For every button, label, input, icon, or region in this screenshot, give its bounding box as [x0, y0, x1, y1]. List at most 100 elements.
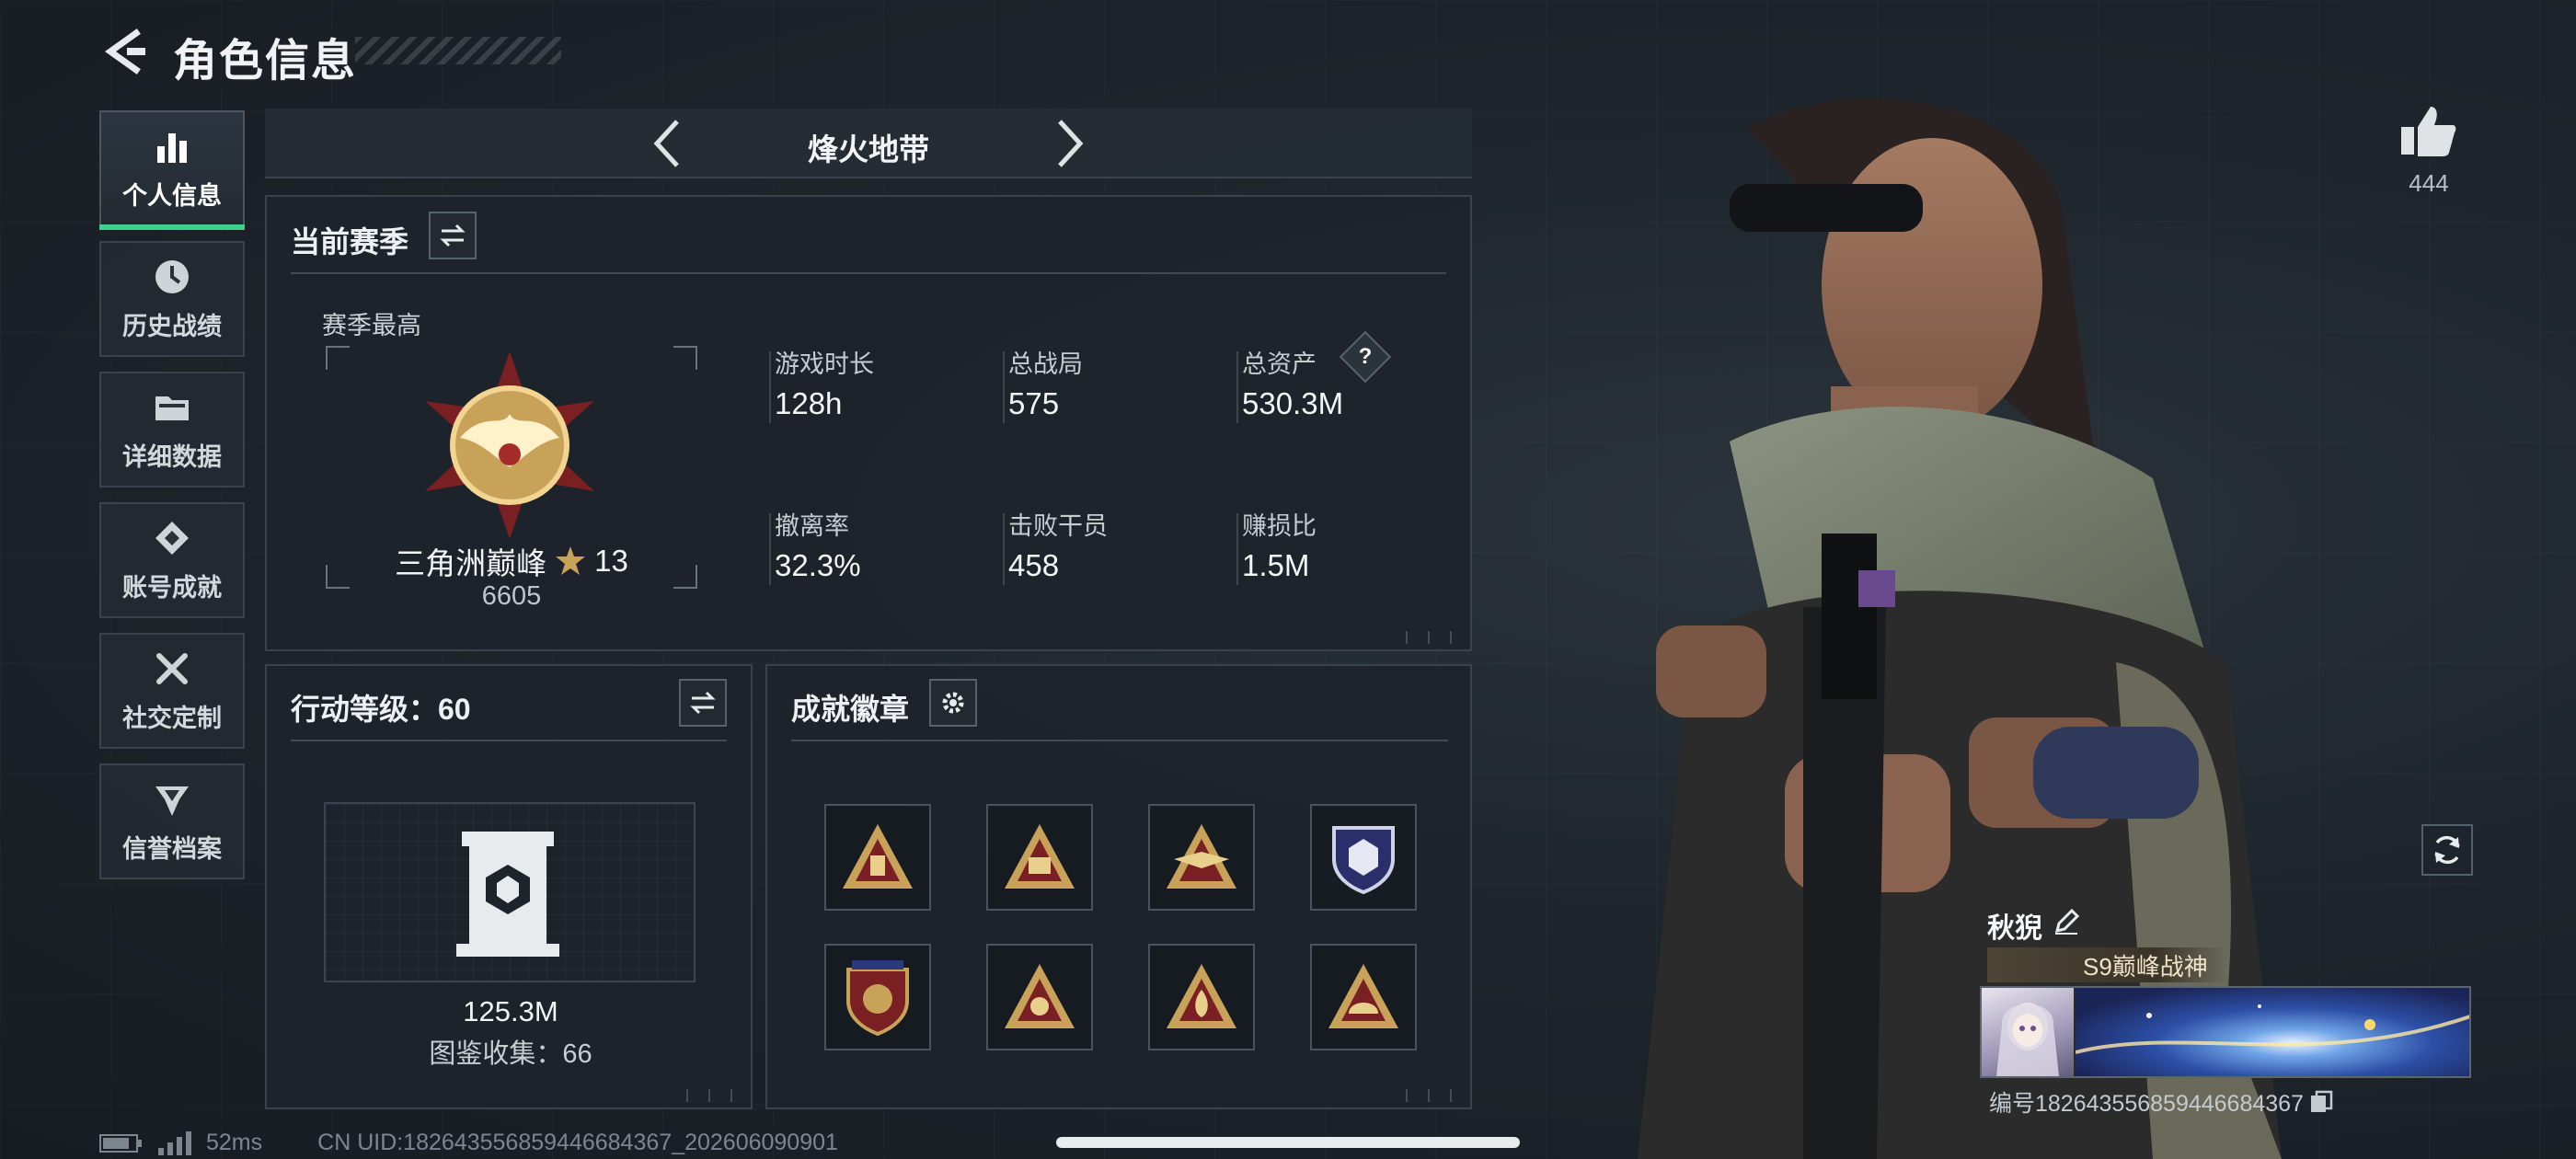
action-level-switch-button[interactable]	[679, 679, 727, 727]
sidebar-item-match-history[interactable]: 历史战绩	[99, 241, 245, 357]
avatar	[1982, 988, 2074, 1076]
player-id-line: 编号1826435568594466843​67	[1989, 1085, 2333, 1119]
client-uid: CN UID:1826435568594466843​67_2026060909…	[317, 1130, 838, 1155]
folder-icon	[155, 396, 189, 420]
stat-separator	[1003, 351, 1005, 423]
season-title: 当前赛季	[291, 225, 409, 258]
home-indicator[interactable]	[1056, 1137, 1520, 1148]
mode-title: 烽火地带	[808, 132, 929, 166]
action-level-divider	[291, 740, 727, 741]
clock-history-icon	[155, 259, 189, 293]
swap-arrows-icon	[690, 691, 716, 715]
rank-line: 三角洲巅峰 13	[326, 539, 697, 583]
triangle-badge-icon	[843, 824, 913, 889]
battery-icon	[99, 1133, 142, 1153]
badge-slot[interactable]	[1148, 804, 1255, 911]
stat-value-profit-loss: 1.5M	[1242, 548, 1310, 582]
thumbs-up-icon[interactable]	[2399, 103, 2458, 158]
sidebar-item-label: 个人信息	[122, 181, 222, 210]
panel-corner-decoration	[677, 1089, 743, 1102]
s8-triangle-badge-icon	[1005, 824, 1075, 889]
sidebar-item-label: 社交定制	[122, 704, 222, 732]
badge-slot[interactable]	[824, 944, 931, 1050]
sidebar-item-detailed-data[interactable]: 详细数据	[99, 372, 245, 488]
purple-shield-badge-icon	[1332, 826, 1395, 895]
panel-corner-decoration	[1397, 631, 1463, 644]
rank-stars: 13	[594, 544, 628, 578]
credit-shield-icon	[155, 786, 189, 816]
badge-slot[interactable]	[986, 944, 1093, 1050]
s9-winged-triangle-badge-icon	[1167, 824, 1236, 889]
stat-separator	[1236, 351, 1238, 423]
tools-icon	[156, 652, 188, 684]
rank-score: 6605	[481, 581, 542, 611]
action-level-panel: 行动等级：60 125.3M 图鉴收集：66	[265, 664, 753, 1109]
card-background-art	[2075, 988, 2469, 1076]
badge-slot[interactable]	[986, 804, 1093, 911]
ping-value: 52ms	[206, 1130, 263, 1155]
triangle-helmet-badge-icon	[1328, 964, 1398, 1028]
season-divider	[291, 272, 1446, 274]
badge-slot[interactable]	[1148, 944, 1255, 1050]
badge-slot[interactable]	[1310, 804, 1417, 911]
rank-emblem-icon	[425, 351, 594, 539]
signal-icon	[158, 1130, 191, 1155]
sidebar-item-social-customization[interactable]: 社交定制	[99, 633, 245, 749]
collection-case-icon	[456, 832, 559, 957]
sidebar-item-personal-info[interactable]: 个人信息	[99, 110, 245, 230]
stat-separator	[769, 513, 771, 585]
sidebar-item-label: 账号成就	[122, 573, 222, 602]
back-arrow-icon[interactable]	[99, 26, 151, 77]
sidebar-item-label: 详细数据	[122, 442, 222, 471]
stat-separator	[769, 351, 771, 423]
refresh-button[interactable]	[2421, 824, 2473, 876]
badge-slot[interactable]	[1310, 944, 1417, 1050]
player-nickname: 秋猊	[1987, 913, 2042, 944]
player-title-tag: S9巅峰战神	[1987, 947, 2226, 982]
player-title-text: S9巅峰战神	[2083, 952, 2208, 981]
stat-label-profit-loss: 赚损比	[1242, 512, 1317, 540]
current-season-panel: 当前赛季 赛季最高 三角洲巅峰 13 6605 游戏时长 128h 总战局 57…	[265, 195, 1472, 651]
stat-value-total-assets: 530.3M	[1242, 386, 1344, 420]
next-mode-arrow-icon[interactable]	[1041, 116, 1097, 171]
avatar-portrait-icon	[1996, 1003, 2059, 1076]
copy-icon[interactable]	[2309, 1090, 2333, 1114]
mode-tab-bar: 烽火地带	[265, 109, 1472, 178]
achievement-icon	[155, 521, 189, 555]
like-count: 444	[2409, 169, 2449, 197]
stat-label-extraction-rate: 撤离率	[775, 512, 849, 540]
rank-name: 三角洲巅峰	[395, 546, 547, 580]
red-shield-badge-icon	[846, 960, 909, 1036]
action-level-title: 行动等级：60	[291, 693, 471, 726]
stat-label-total-matches: 总战局	[1008, 350, 1083, 378]
collection-preview[interactable]	[324, 802, 696, 982]
help-button[interactable]: ?	[1339, 330, 1392, 384]
triangle-emblem-badge-icon	[1005, 964, 1075, 1028]
stat-value-total-matches: 575	[1008, 386, 1060, 420]
stat-label-total-assets: 总资产	[1242, 350, 1317, 378]
bar-chart-icon	[157, 132, 187, 163]
swap-arrows-icon	[440, 224, 466, 247]
achievement-badges-panel: 成就徽章	[765, 664, 1472, 1109]
card-sparkle-art	[2075, 1004, 2469, 1054]
stat-label-operators-defeated: 击败干员	[1008, 512, 1108, 540]
season-switch-button[interactable]	[429, 212, 477, 259]
stat-separator	[1236, 513, 1238, 585]
stat-value-playtime: 128h	[775, 386, 843, 420]
title-decoration	[355, 37, 561, 64]
status-bar: 52ms CN UID:1826435568594466843​67_20260…	[99, 1130, 838, 1156]
edit-pencil-icon[interactable]	[2052, 907, 2081, 936]
page-title: 角色信息	[173, 37, 358, 86]
sidebar-item-label: 信誉档案	[122, 834, 222, 863]
season-best-label: 赛季最高	[322, 312, 421, 339]
badge-slot[interactable]	[824, 804, 931, 911]
stat-value-operators-defeated: 458	[1008, 548, 1060, 582]
sidebar-item-label: 历史战绩	[122, 312, 222, 340]
sidebar-item-credit-profile[interactable]: 信誉档案	[99, 763, 245, 879]
player-id-text: 编号1826435568594466843​67	[1989, 1091, 2304, 1117]
refresh-icon	[2434, 835, 2460, 865]
sidebar-item-account-achievements[interactable]: 账号成就	[99, 502, 245, 618]
player-card-banner[interactable]	[1980, 986, 2471, 1078]
badges-settings-button[interactable]	[929, 679, 977, 727]
help-icon: ?	[1358, 344, 1373, 369]
